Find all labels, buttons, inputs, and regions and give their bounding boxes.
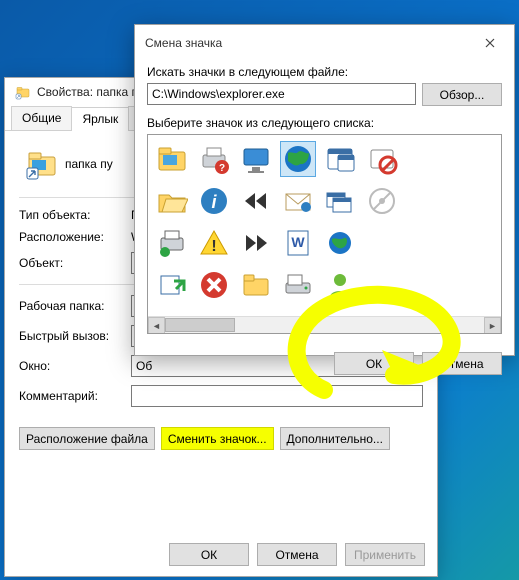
close-icon (485, 38, 495, 48)
icon-item (364, 225, 400, 261)
actions-row: Расположение файла Сменить значок... Доп… (19, 427, 423, 450)
icon-item[interactable]: W (280, 225, 316, 261)
icon-item[interactable]: i (196, 183, 232, 219)
scroll-track[interactable] (165, 317, 484, 333)
world-small-icon (324, 227, 356, 259)
horizontal-scrollbar[interactable]: ◄ ► (148, 316, 501, 333)
scroll-thumb[interactable] (165, 318, 235, 332)
dialog-title-text: Смена значка (145, 36, 222, 50)
monitor-icon (240, 143, 272, 175)
icon-item[interactable] (364, 183, 400, 219)
tab-general[interactable]: Общие (11, 106, 72, 130)
envelope-icon (282, 185, 314, 217)
icon-item[interactable] (322, 267, 358, 303)
icon-item[interactable] (154, 225, 190, 261)
printer-question-icon: ? (198, 143, 230, 175)
folder-icon (156, 143, 188, 175)
export-icon (156, 269, 188, 301)
forward-icon (240, 227, 272, 259)
properties-ok-button[interactable]: ОК (169, 543, 249, 566)
label-type: Тип объекта: (19, 208, 131, 222)
label-comment: Комментарий: (19, 389, 131, 403)
properties-cancel-button[interactable]: Отмена (257, 543, 337, 566)
list-label: Выберите значок из следующего списка: (147, 116, 502, 130)
browse-button[interactable]: Обзор... (422, 83, 502, 106)
icon-item[interactable] (280, 141, 316, 177)
open-folder-icon (156, 185, 188, 217)
icon-item[interactable] (154, 183, 190, 219)
disc-disabled-icon (366, 185, 398, 217)
user-green-icon (324, 269, 356, 301)
icon-item[interactable] (280, 267, 316, 303)
icons-grid: ? i! W (154, 141, 414, 303)
network-printer-icon (156, 227, 188, 259)
icon-item[interactable] (364, 141, 400, 177)
icon-item[interactable]: ? (196, 141, 232, 177)
icon-item[interactable] (322, 225, 358, 261)
path-label: Искать значки в следующем файле: (147, 65, 502, 79)
window-stack-icon (324, 185, 356, 217)
globe-icon (282, 143, 314, 175)
shortcut-large-icon (19, 141, 65, 187)
warning-triangle-icon: ! (198, 227, 230, 259)
icon-path-input[interactable] (147, 83, 416, 105)
no-entry-icon (366, 143, 398, 175)
icon-item[interactable] (238, 225, 274, 261)
scroll-right-button[interactable]: ► (484, 317, 501, 334)
properties-button-bar: ОК Отмена Применить (169, 543, 425, 566)
label-target: Объект: (19, 256, 131, 270)
change-icon-dialog: Смена значка Искать значки в следующем ф… (134, 24, 515, 356)
svg-text:?: ? (219, 163, 225, 174)
icons-panel: ? i! W ◄ ► (147, 134, 502, 334)
drive-icon (282, 269, 314, 301)
simple-folder-icon (240, 269, 272, 301)
icon-item[interactable] (196, 267, 232, 303)
icon-item[interactable] (280, 183, 316, 219)
icon-item[interactable] (238, 267, 274, 303)
icon-item[interactable] (322, 141, 358, 177)
dialog-cancel-button[interactable]: Отмена (422, 352, 502, 375)
dialog-ok-button[interactable]: ОК (334, 352, 414, 375)
icon-item[interactable] (154, 141, 190, 177)
file-location-button[interactable]: Расположение файла (19, 427, 155, 450)
dialog-close-button[interactable] (476, 33, 504, 53)
label-hotkey: Быстрый вызов: (19, 329, 131, 343)
rewind-icon (240, 185, 272, 217)
red-x-icon (198, 269, 230, 301)
label-location: Расположение: (19, 230, 131, 244)
properties-title-text: Свойства: папка пу (37, 85, 144, 99)
icon-item (364, 267, 400, 303)
page-w-icon: W (282, 227, 314, 259)
folder-shortcut-icon (15, 84, 31, 100)
icon-item[interactable] (154, 267, 190, 303)
label-workdir: Рабочая папка: (19, 299, 131, 313)
svg-text:W: W (291, 234, 305, 250)
scroll-left-button[interactable]: ◄ (148, 317, 165, 334)
info-icon: i (198, 185, 230, 217)
icon-item[interactable] (238, 183, 274, 219)
dialog-button-bar: ОК Отмена (135, 344, 514, 385)
advanced-button[interactable]: Дополнительно... (280, 427, 390, 450)
icon-item[interactable] (238, 141, 274, 177)
svg-text:!: ! (211, 238, 216, 255)
change-icon-button[interactable]: Сменить значок... (161, 427, 274, 450)
label-windowmode: Окно: (19, 359, 131, 373)
app-icon (324, 143, 356, 175)
properties-apply-button[interactable]: Применить (345, 543, 425, 566)
comment-input[interactable] (131, 385, 423, 407)
icon-item[interactable] (322, 183, 358, 219)
dialog-titlebar: Смена значка (135, 25, 514, 61)
dialog-body: Искать значки в следующем файле: Обзор..… (135, 61, 514, 344)
tab-shortcut[interactable]: Ярлык (71, 107, 129, 131)
icon-item[interactable]: ! (196, 225, 232, 261)
